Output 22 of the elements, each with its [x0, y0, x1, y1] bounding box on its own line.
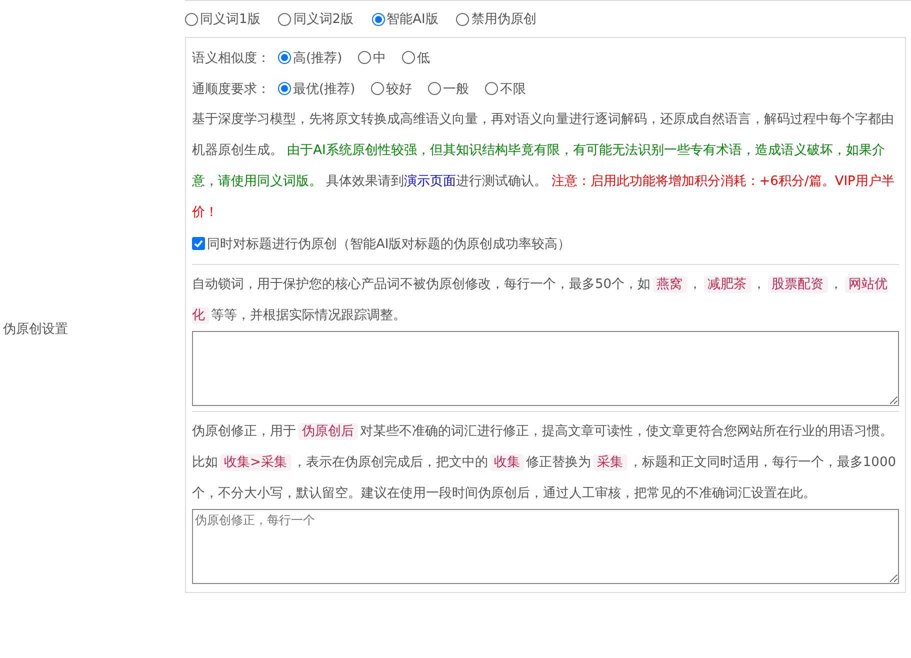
mode-radio[interactable]: 禁用伪原创: [456, 10, 536, 28]
similarity-radio[interactable]: 低: [402, 48, 430, 66]
fluency-radio[interactable]: 较好: [371, 80, 412, 98]
fluency-radio[interactable]: 不限: [485, 80, 526, 98]
corrections-help: 伪原创修正，用于 伪原创后 对某些不准确的词汇进行修正，提高文章可读性，使文章更符合您网站所在行业的用语习惯。比如 收集>采集 ，表示在伪原创完成后，把文中的 收集 修正替换为 采集 ，标题和正文同时适用，每行一个，最多1000个，不分大小写，默认留空。建议在使用一段时间伪原创后，通过人工审核，把常见的不准确词汇设置在此。: [192, 422, 897, 503]
fluency-radio[interactable]: 最优(推荐): [278, 80, 356, 98]
check-icon: [193, 238, 204, 249]
similarity-label: 语义相似度：: [192, 50, 270, 66]
mode-radio[interactable]: 同义词2版: [278, 10, 354, 28]
mode-radio[interactable]: 智能AI版: [372, 10, 438, 28]
demo-link[interactable]: 演示页面: [404, 174, 456, 189]
lock-words-help: 自动锁词，用于保护您的核心产品词不被伪原创修改，每行一个，最多50个，如 燕窝 ， 减肥茶 ， 股票配资 ， 网站优化 等等，并根据实际情况跟踪调整。: [192, 275, 889, 326]
similarity-radio[interactable]: 中: [358, 48, 386, 66]
title-checkbox[interactable]: 同时对标题进行伪原创（智能AI版对标题的伪原创成功率较高）: [192, 228, 899, 259]
fluency-radio[interactable]: 一般: [428, 80, 470, 98]
mode-radio[interactable]: 同义词1版: [185, 10, 260, 28]
section-label: 伪原创设置: [3, 321, 68, 338]
description-text: 基于深度学习模型，先将原文转换成高维语义向量，再对语义向量进行逐词解码，还原成自然语言，解码过程中每个字都由机器原创生成。 由于AI系统原创性较强，但其知识结构毕竟有限，有可能无法识别一些专有术语，造成语义破坏，如果介意，请使用同义词版。 具体效果请到演示页面进行测试确认。 注意：启用此功能将增加积分消耗：+6积分/篇。VIP用户半价！: [192, 111, 896, 222]
fluency-label: 通顺度要求：: [192, 80, 270, 98]
lock-words-field[interactable]: [192, 331, 899, 406]
corrections-field[interactable]: 伪原创修正，每行一个: [192, 509, 899, 584]
similarity-radio[interactable]: 高(推荐): [278, 48, 342, 66]
